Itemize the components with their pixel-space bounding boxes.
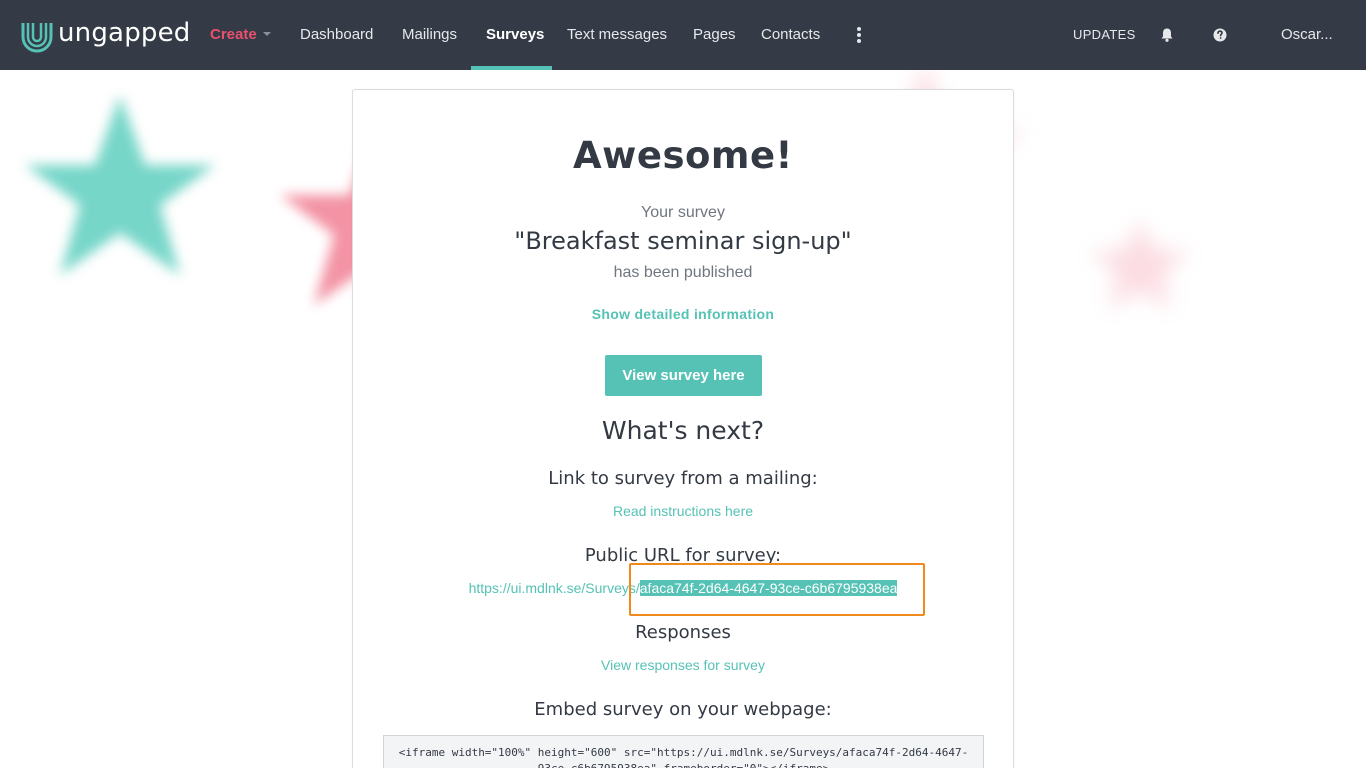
link-from-mailing-heading: Link to survey from a mailing:	[548, 468, 818, 489]
active-tab-indicator	[471, 66, 552, 70]
embed-code-box[interactable]: <iframe width="100%" height="600" src="h…	[383, 735, 984, 768]
published-label: has been published	[613, 264, 753, 281]
more-vertical-icon[interactable]	[856, 27, 862, 43]
create-menu[interactable]: Create	[210, 0, 271, 70]
top-navigation-bar: ungapped Create Dashboard Mailings Surve…	[0, 0, 1366, 70]
survey-published-card: Awesome! Your survey "Breakfast seminar …	[352, 89, 1014, 768]
read-instructions-link[interactable]: Read instructions here	[353, 503, 1013, 519]
nav-item-text-messages[interactable]: Text messages	[567, 0, 667, 70]
view-survey-button[interactable]: View survey here	[605, 355, 762, 396]
view-responses-link[interactable]: View responses for survey	[353, 657, 1013, 673]
show-detailed-information-link[interactable]: Show detailed information	[353, 306, 1013, 322]
nav-item-dashboard[interactable]: Dashboard	[300, 0, 373, 70]
nav-item-pages[interactable]: Pages	[693, 0, 736, 70]
page-title: Awesome!	[573, 134, 793, 177]
ungapped-logo-icon	[21, 23, 53, 53]
survey-name: "Breakfast seminar sign-up"	[514, 227, 852, 255]
user-menu[interactable]: Oscar...	[1281, 0, 1333, 70]
ungapped-logo[interactable]: ungapped	[19, 17, 191, 53]
create-label: Create	[210, 26, 257, 43]
logo-text: ungapped	[58, 18, 191, 48]
chevron-down-icon	[262, 32, 271, 36]
nav-item-contacts[interactable]: Contacts	[761, 0, 820, 70]
embed-survey-heading: Embed survey on your webpage:	[534, 699, 832, 720]
teal-star-shape	[25, 95, 215, 275]
help-icon[interactable]	[1212, 27, 1228, 43]
whats-next-heading: What's next?	[601, 416, 765, 445]
nav-item-mailings[interactable]: Mailings	[402, 0, 457, 70]
nav-item-surveys[interactable]: Surveys	[486, 0, 544, 70]
faint-pink-star-shape	[1090, 220, 1190, 310]
bell-icon[interactable]	[1159, 27, 1175, 43]
responses-heading: Responses	[635, 622, 731, 643]
highlight-annotation-box	[629, 563, 925, 616]
updates-link[interactable]: UPDATES	[1073, 0, 1136, 70]
url-prefix: https://ui.mdlnk.se/Surveys/	[468, 580, 640, 596]
your-survey-label: Your survey	[641, 204, 725, 221]
